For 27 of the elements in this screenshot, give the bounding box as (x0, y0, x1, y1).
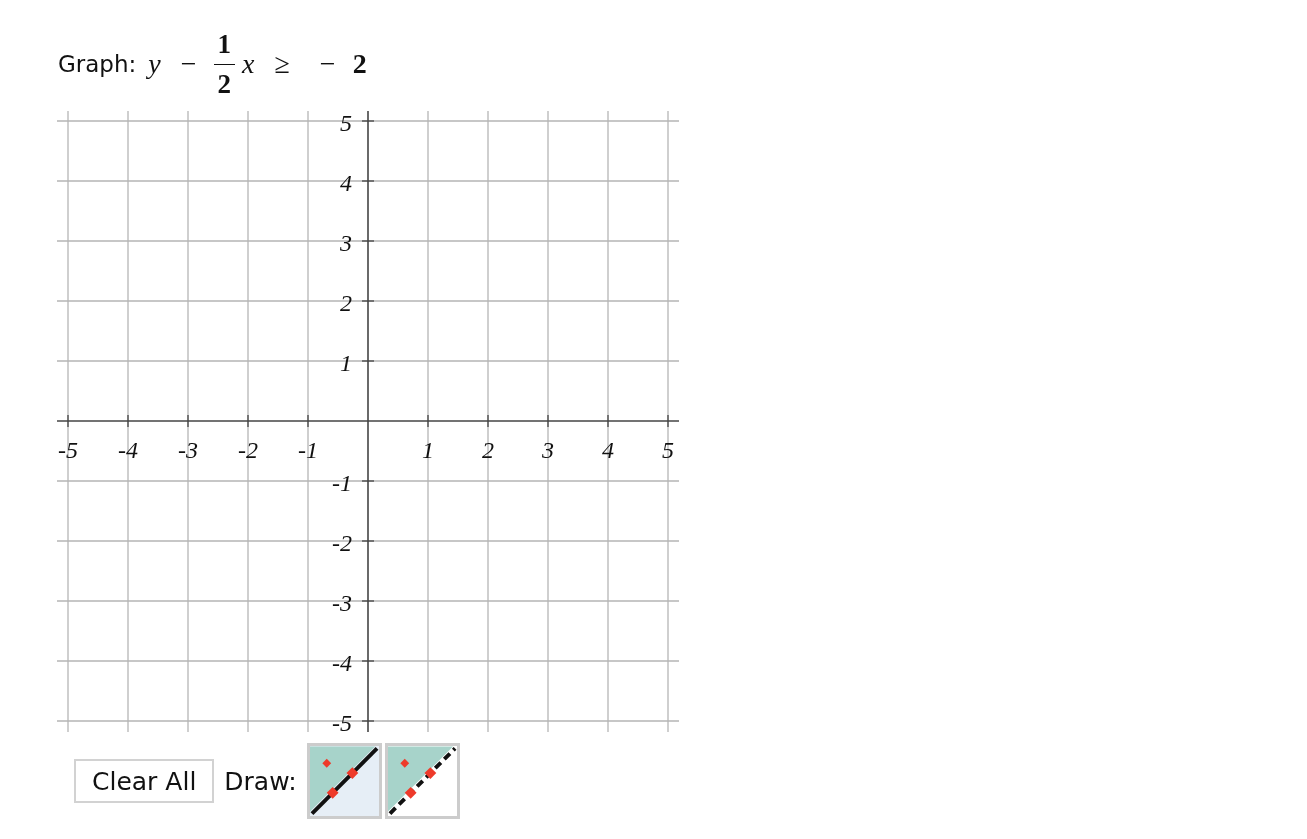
y-tick-label: 2 (340, 290, 352, 316)
y-tick-label: -5 (332, 710, 352, 736)
x-tick-label: 4 (602, 437, 614, 463)
x-tick-label: -5 (58, 437, 78, 463)
y-tick-label: 1 (340, 350, 352, 376)
dashed-line-icon (387, 746, 457, 816)
x-tick-label: -3 (178, 437, 198, 463)
solid-line-tool[interactable] (306, 743, 382, 819)
x-tick-label: -2 (238, 437, 258, 463)
draw-label: Draw: (224, 766, 297, 796)
y-tick-label: -1 (332, 470, 352, 496)
x-tick-label: 1 (422, 437, 434, 463)
dashed-line-tool[interactable] (384, 743, 460, 819)
x-tick-label: -4 (118, 437, 138, 463)
prompt-label: Graph: (58, 52, 137, 76)
x-tick-label: 5 (662, 437, 674, 463)
y-tick-label: 5 (340, 110, 352, 136)
solid-line-icon (309, 746, 379, 816)
y-tick-label: 3 (340, 230, 352, 256)
y-tick-label: -3 (332, 590, 352, 616)
x-tick-label: -1 (298, 437, 318, 463)
x-tick-label: 2 (482, 437, 494, 463)
clear-all-button[interactable]: Clear All (74, 759, 215, 803)
y-tick-label: -2 (332, 530, 352, 556)
y-tick-label: 4 (340, 170, 352, 196)
y-tick-label: -4 (332, 650, 352, 676)
x-tick-label: 3 (542, 437, 554, 463)
